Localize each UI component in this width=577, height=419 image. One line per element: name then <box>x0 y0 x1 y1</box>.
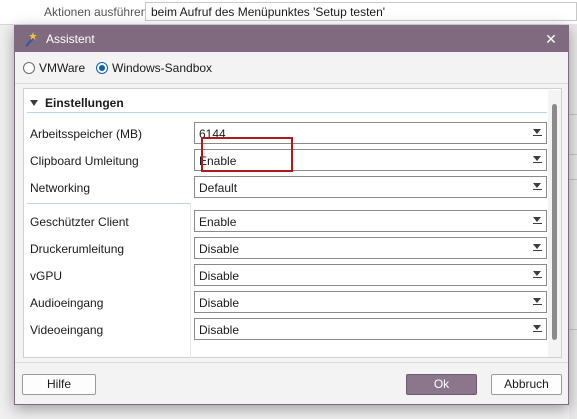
setting-label: Clipboard Umleitung <box>30 154 139 168</box>
radio-circle-windows-sandbox[interactable] <box>96 62 108 74</box>
setting-row-druckerumleitung: Druckerumleitung Disable <box>24 237 548 261</box>
background-window-edge <box>569 24 577 419</box>
close-icon[interactable]: ✕ <box>534 26 568 52</box>
setting-label: Geschützter Client <box>30 215 129 229</box>
radio-label-windows-sandbox: Windows-Sandbox <box>112 61 213 75</box>
setting-value: Disable <box>199 242 240 256</box>
setting-value: Disable <box>199 323 240 337</box>
setting-combo-networking[interactable]: Default <box>194 176 547 198</box>
setting-label: Arbeitsspeicher (MB) <box>30 127 143 141</box>
actions-field[interactable]: beim Aufruf des Menüpunktes 'Setup teste… <box>145 2 577 21</box>
setting-row-networking: Networking Default <box>24 176 548 200</box>
collapse-arrow-icon[interactable] <box>30 100 38 106</box>
divider <box>15 83 568 84</box>
highlight-box <box>201 137 293 172</box>
wizard-icon <box>25 32 37 47</box>
setting-combo-vgpu[interactable]: Disable <box>194 264 547 286</box>
dropdown-arrow-icon[interactable] <box>533 183 542 191</box>
setting-combo-videoeingang[interactable]: Disable <box>194 318 547 340</box>
setting-label: Druckerumleitung <box>30 242 125 256</box>
dropdown-arrow-icon[interactable] <box>533 325 542 333</box>
setting-value: Enable <box>199 215 237 229</box>
dropdown-arrow-icon[interactable] <box>533 217 542 225</box>
setting-label: vGPU <box>30 269 63 283</box>
setting-value: Disable <box>199 269 240 283</box>
dropdown-arrow-icon[interactable] <box>533 298 542 306</box>
actions-label: Aktionen ausführen: <box>44 5 151 19</box>
dropdown-arrow-icon[interactable] <box>533 129 542 137</box>
setting-label: Videoeingang <box>30 323 104 337</box>
setting-value: Default <box>199 181 238 195</box>
setting-combo-audioeingang[interactable]: Disable <box>194 291 547 313</box>
dropdown-arrow-icon[interactable] <box>533 156 542 164</box>
divider <box>15 362 568 363</box>
vertical-scrollbar[interactable] <box>548 90 561 357</box>
background-window-toolbar: Aktionen ausführen: beim Aufruf des Menü… <box>0 0 577 25</box>
setting-value: Disable <box>199 296 240 310</box>
dialog-title: Assistent <box>46 32 95 46</box>
setting-row-geschuetzter-client: Geschützter Client Enable <box>24 210 548 234</box>
section-title: Einstellungen <box>45 96 124 110</box>
setting-combo-druckerumleitung[interactable]: Disable <box>194 237 547 259</box>
settings-grid: Einstellungen Arbeitsspeicher (MB) 6144 … <box>23 88 562 358</box>
setting-combo-geschuetzter-client[interactable]: Enable <box>194 210 547 232</box>
setting-row-videoeingang: Videoeingang Disable <box>24 318 548 342</box>
cancel-button[interactable]: Abbruch <box>491 374 562 395</box>
radio-vmware[interactable]: VMWare <box>23 61 85 75</box>
scrollbar-thumb[interactable] <box>552 104 557 340</box>
dropdown-arrow-icon[interactable] <box>533 244 542 252</box>
radio-windows-sandbox[interactable]: Windows-Sandbox <box>96 61 212 75</box>
help-button[interactable]: Hilfe <box>22 374 96 395</box>
section-einstellungen[interactable]: Einstellungen <box>27 94 547 113</box>
setting-row-vgpu: vGPU Disable <box>24 264 548 288</box>
setting-label: Networking <box>30 181 91 195</box>
dropdown-arrow-icon[interactable] <box>533 271 542 279</box>
ok-button[interactable]: Ok <box>406 374 477 395</box>
group-separator <box>27 203 190 204</box>
setting-row-audioeingang: Audioeingang Disable <box>24 291 548 315</box>
radio-label-vmware: VMWare <box>39 61 86 75</box>
setting-label: Audioeingang <box>30 296 104 310</box>
assistent-dialog: Assistent ✕ VMWare Windows-Sandbox Einst… <box>14 25 569 405</box>
dialog-titlebar: Assistent ✕ <box>15 26 568 52</box>
radio-circle-vmware[interactable] <box>23 62 35 74</box>
